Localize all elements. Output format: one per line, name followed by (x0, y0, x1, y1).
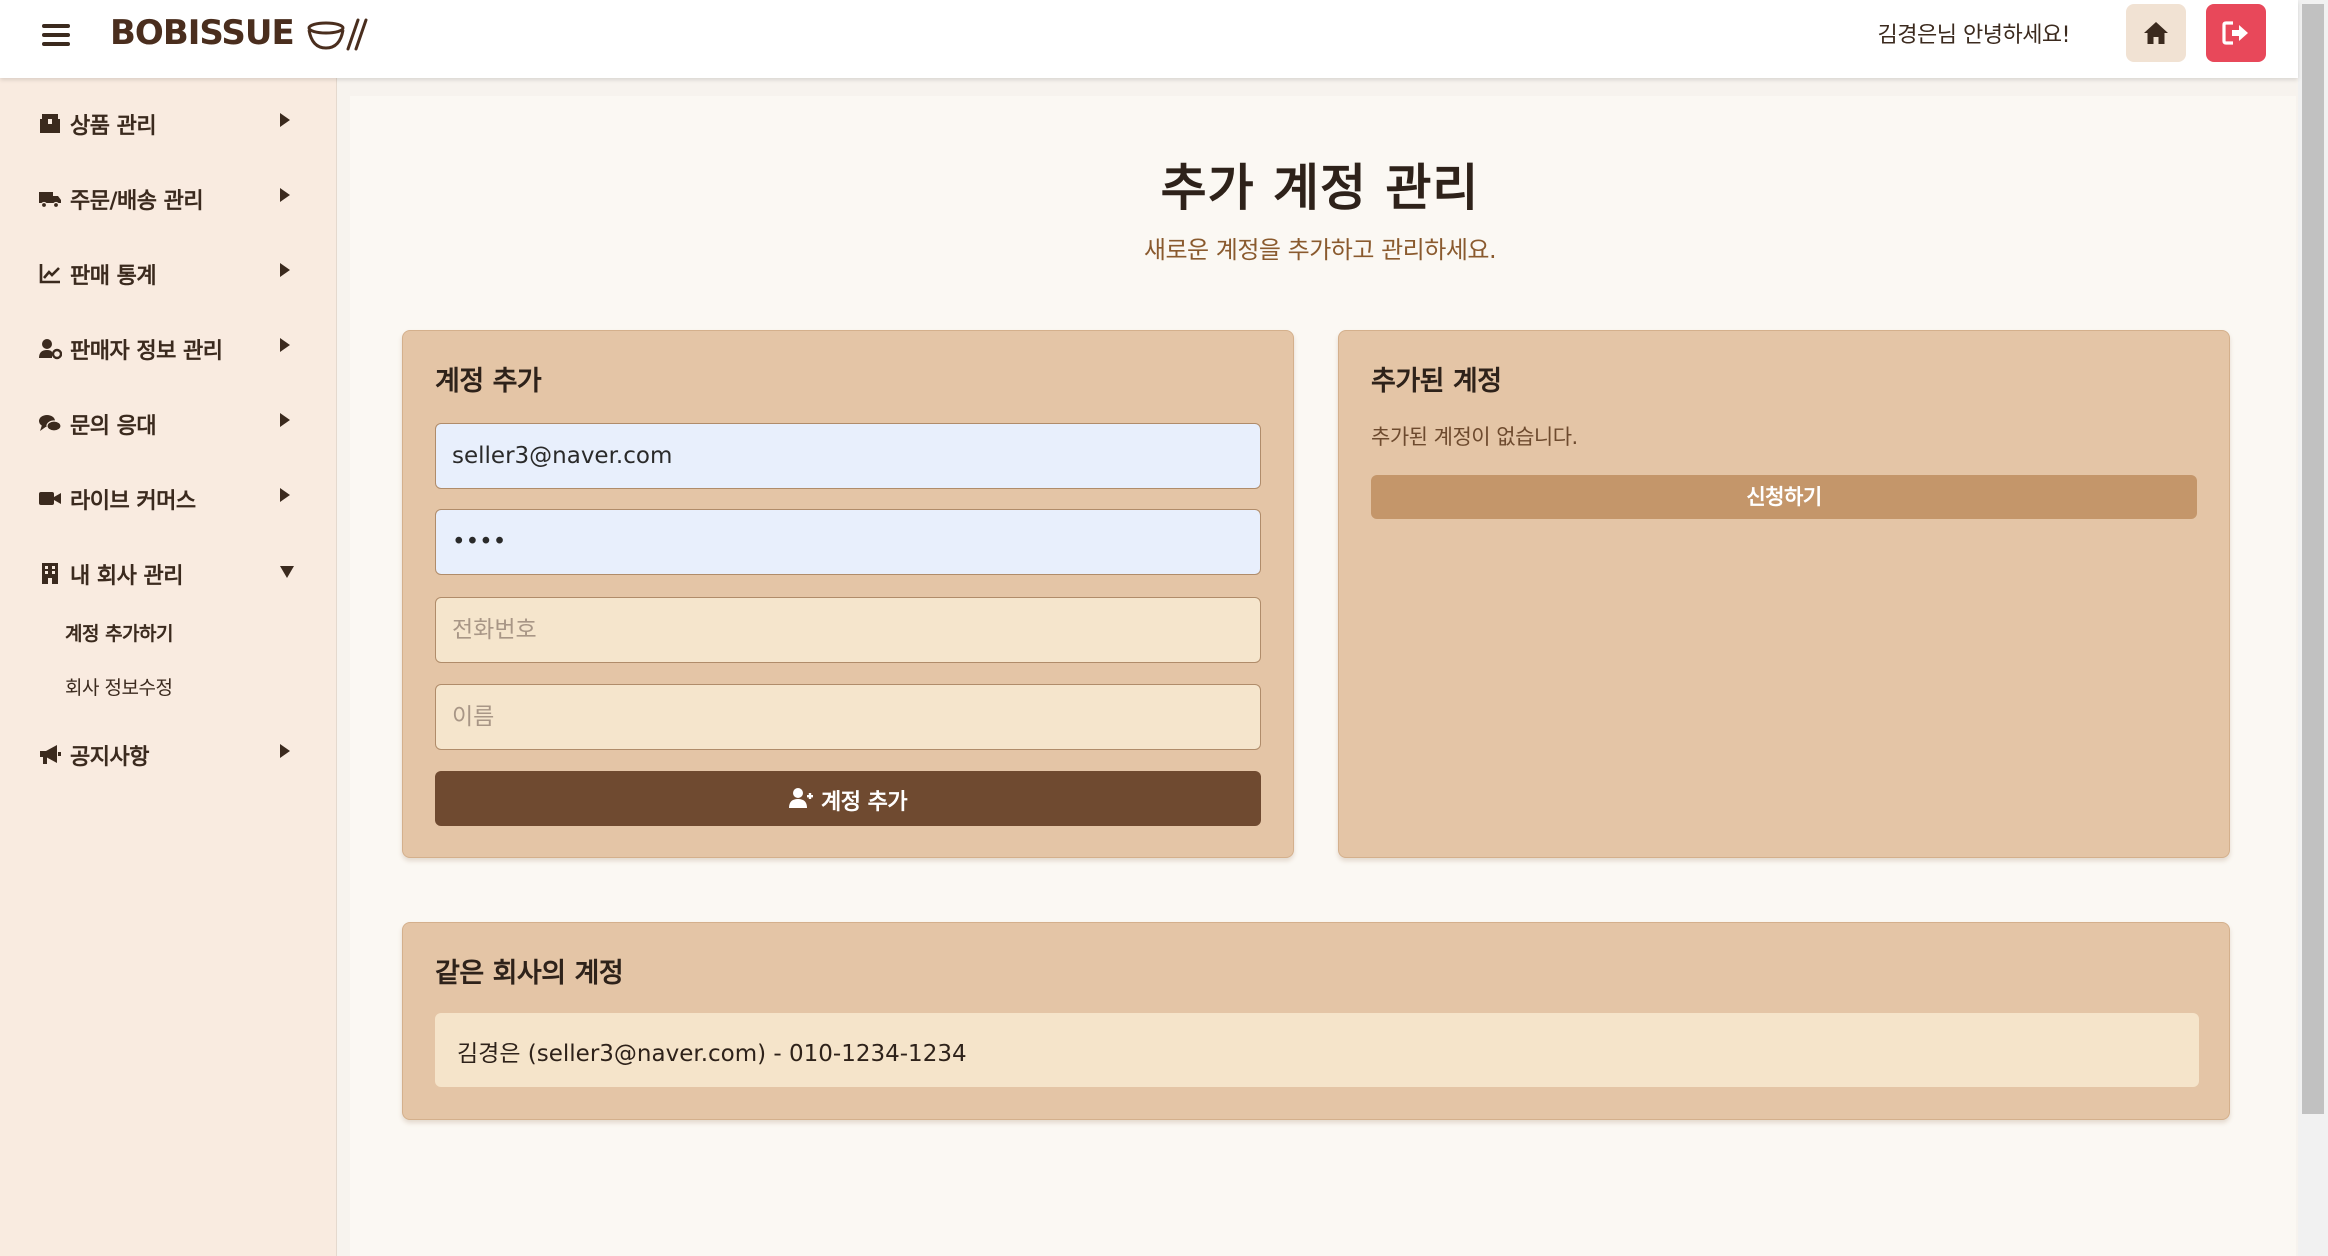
password-field[interactable] (435, 509, 1261, 575)
empty-message: 추가된 계정이 없습니다. (1371, 425, 1578, 449)
chevron-right-icon (280, 263, 290, 277)
menu-icon[interactable] (40, 20, 72, 50)
page-subtitle: 새로운 계정을 추가하고 관리하세요. (1143, 236, 1497, 264)
apply-button[interactable]: 신청하기 (1371, 475, 2197, 519)
sidebar-item-notices[interactable]: 공지사항 (0, 729, 337, 779)
chevron-right-icon (280, 338, 290, 352)
account-entry-text: 김경은 (seller3@naver.com) - 010-1234-1234 (457, 1041, 967, 1067)
sidebar-item-label: 라이브 커머스 (70, 489, 196, 514)
scrollbar-thumb[interactable] (2302, 4, 2324, 1114)
sidebar-subitem-add-account[interactable]: 계정 추가하기 (65, 619, 174, 646)
sidebar-item-inquiries[interactable]: 문의 응대 (0, 398, 337, 448)
sidebar-subitem-company-info[interactable]: 회사 정보수정 (65, 673, 173, 700)
top-header: BOBISSUE 김경은님 안녕하세요! (0, 0, 2298, 78)
company-accounts-card: 같은 회사의 계정 김경은 (seller3@naver.com) - 010-… (402, 922, 2230, 1120)
sidebar-item-label: 문의 응대 (70, 414, 157, 439)
sidebar-item-label: 내 회사 관리 (70, 564, 184, 589)
chevron-down-icon (280, 566, 294, 578)
chevron-right-icon (280, 488, 290, 502)
sidebar-item-label: 공지사항 (70, 745, 149, 770)
box-icon (40, 114, 60, 133)
bowl-chopsticks-icon (307, 18, 368, 51)
sidebar-item-products[interactable]: 상품 관리 (0, 98, 337, 148)
megaphone-icon (40, 745, 61, 764)
email-field[interactable] (435, 423, 1261, 489)
chevron-right-icon (280, 113, 290, 127)
sidebar-item-my-company[interactable]: 내 회사 관리 (0, 548, 337, 598)
list-item: 김경은 (seller3@naver.com) - 010-1234-1234 (435, 1013, 2199, 1087)
home-icon (2144, 22, 2168, 44)
sidebar-item-live-commerce[interactable]: 라이브 커머스 (0, 473, 337, 523)
video-icon (39, 492, 61, 505)
card-title: 같은 회사의 계정 (435, 958, 624, 989)
user-gear-icon (39, 339, 62, 360)
add-account-button-label: 계정 추가 (821, 790, 908, 815)
sidebar-item-seller-info[interactable]: 판매자 정보 관리 (0, 323, 337, 373)
sidebar-item-label: 판매자 정보 관리 (70, 339, 223, 364)
card-title: 추가된 계정 (1371, 366, 1502, 397)
page-title: 추가 계정 관리 (1160, 159, 1480, 217)
sidebar-item-label: 상품 관리 (70, 114, 157, 139)
logout-button[interactable] (2206, 4, 2266, 62)
scrollbar[interactable] (2298, 0, 2328, 1256)
phone-field[interactable] (435, 597, 1261, 663)
comments-icon (39, 415, 62, 432)
add-account-button[interactable]: 계정 추가 (435, 771, 1261, 826)
name-field[interactable] (435, 684, 1261, 750)
building-icon (42, 563, 58, 584)
chevron-right-icon (280, 744, 290, 758)
card-title: 계정 추가 (435, 366, 542, 397)
greeting-text: 김경은님 안녕하세요! (1877, 23, 2071, 48)
chevron-right-icon (280, 413, 290, 427)
added-accounts-card: 추가된 계정 추가된 계정이 없습니다. 신청하기 (1338, 330, 2230, 858)
logo[interactable]: BOBISSUE (110, 13, 295, 53)
user-plus-icon (789, 788, 813, 808)
logout-icon (2222, 21, 2248, 45)
add-account-card: 계정 추가 계정 추가 (402, 330, 1294, 858)
home-button[interactable] (2126, 4, 2186, 62)
